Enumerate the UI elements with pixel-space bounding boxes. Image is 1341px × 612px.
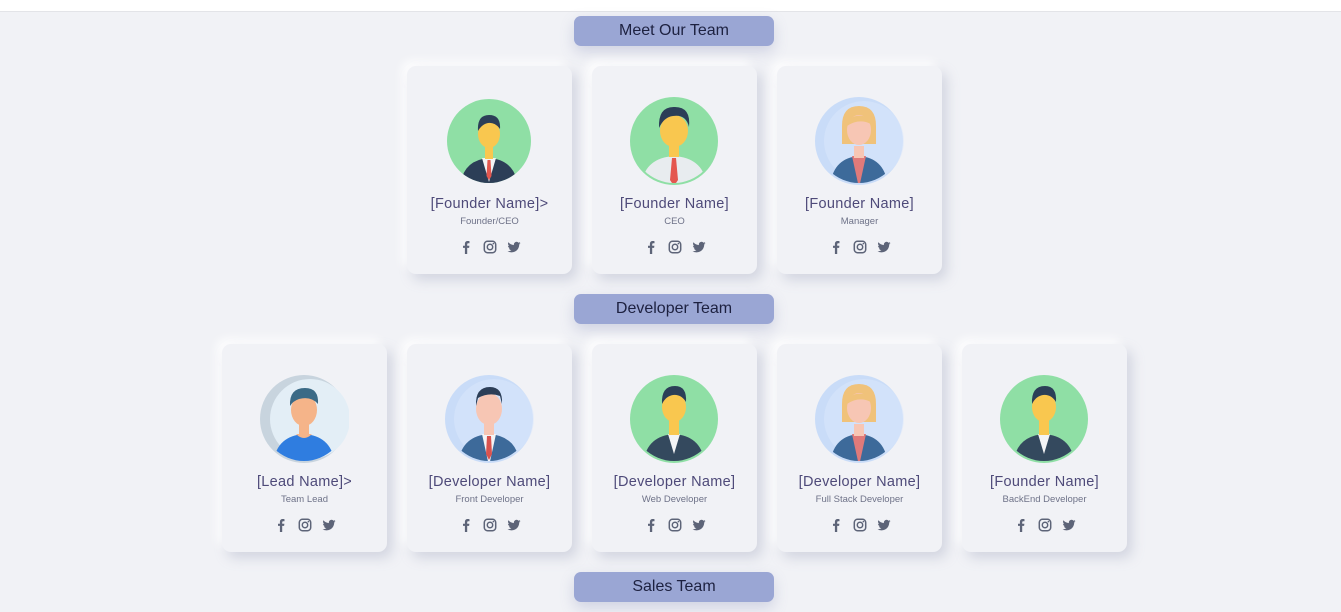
team-card: [Developer Name] Front Developer (407, 344, 572, 552)
team-card: [Founder Name] CEO (592, 66, 757, 274)
instagram-icon[interactable] (668, 240, 682, 254)
facebook-icon[interactable] (1014, 518, 1028, 532)
member-name: [Founder Name]> (430, 196, 549, 212)
member-role: Founder/CEO (460, 216, 519, 227)
social-links (222, 518, 387, 532)
member-name: [Founder Name] (805, 196, 914, 212)
twitter-icon[interactable] (507, 240, 521, 254)
facebook-icon[interactable] (829, 240, 843, 254)
member-name: [Lead Name]> (256, 474, 353, 490)
instagram-icon[interactable] (853, 240, 867, 254)
member-role: Web Developer (641, 494, 708, 505)
avatar (444, 374, 534, 464)
instagram-icon[interactable] (483, 518, 497, 532)
facebook-icon[interactable] (459, 518, 473, 532)
social-links (777, 518, 942, 532)
member-name: [Developer Name] (428, 474, 551, 490)
facebook-icon[interactable] (644, 240, 658, 254)
avatar (259, 374, 349, 464)
avatar (999, 374, 1089, 464)
instagram-icon[interactable] (298, 518, 312, 532)
twitter-icon[interactable] (322, 518, 336, 532)
member-name: [Developer Name] (613, 474, 736, 490)
member-name: [Founder Name] (620, 196, 729, 212)
twitter-icon[interactable] (1062, 518, 1076, 532)
section-title-developer-team: Developer Team (574, 294, 774, 324)
avatar (444, 96, 534, 186)
team-card: [Developer Name] Full Stack Developer (777, 344, 942, 552)
facebook-icon[interactable] (829, 518, 843, 532)
team-card: [Developer Name] Web Developer (592, 344, 757, 552)
instagram-icon[interactable] (1038, 518, 1052, 532)
social-links (592, 518, 757, 532)
social-links (407, 518, 572, 532)
social-links (592, 240, 757, 254)
facebook-icon[interactable] (644, 518, 658, 532)
team-card: [Founder Name] BackEnd Developer (962, 344, 1127, 552)
section-title-sales-team: Sales Team (574, 572, 774, 602)
facebook-icon[interactable] (274, 518, 288, 532)
avatar (814, 374, 904, 464)
instagram-icon[interactable] (668, 518, 682, 532)
twitter-icon[interactable] (692, 240, 706, 254)
member-role: Front Developer (455, 494, 524, 505)
team-card: [Founder Name]> Founder/CEO (407, 66, 572, 274)
member-role: Team Lead (280, 494, 328, 505)
section-title-meet-our-team: Meet Our Team (574, 16, 774, 46)
facebook-icon[interactable] (459, 240, 473, 254)
member-role: Manager (840, 216, 879, 227)
twitter-icon[interactable] (507, 518, 521, 532)
twitter-icon[interactable] (877, 240, 891, 254)
member-role: BackEnd Developer (1002, 494, 1087, 505)
member-role: Full Stack Developer (815, 494, 904, 505)
top-bar (0, 0, 1341, 12)
avatar (629, 96, 719, 186)
avatar (629, 374, 719, 464)
member-name: [Developer Name] (798, 474, 921, 490)
social-links (962, 518, 1127, 532)
member-name: [Founder Name] (990, 474, 1099, 490)
member-role: CEO (664, 216, 685, 227)
team-card: [Lead Name]> Team Lead (222, 344, 387, 552)
social-links (777, 240, 942, 254)
twitter-icon[interactable] (877, 518, 891, 532)
social-links (407, 240, 572, 254)
avatar (814, 96, 904, 186)
team-card: [Founder Name] Manager (777, 66, 942, 274)
instagram-icon[interactable] (483, 240, 497, 254)
instagram-icon[interactable] (853, 518, 867, 532)
twitter-icon[interactable] (692, 518, 706, 532)
